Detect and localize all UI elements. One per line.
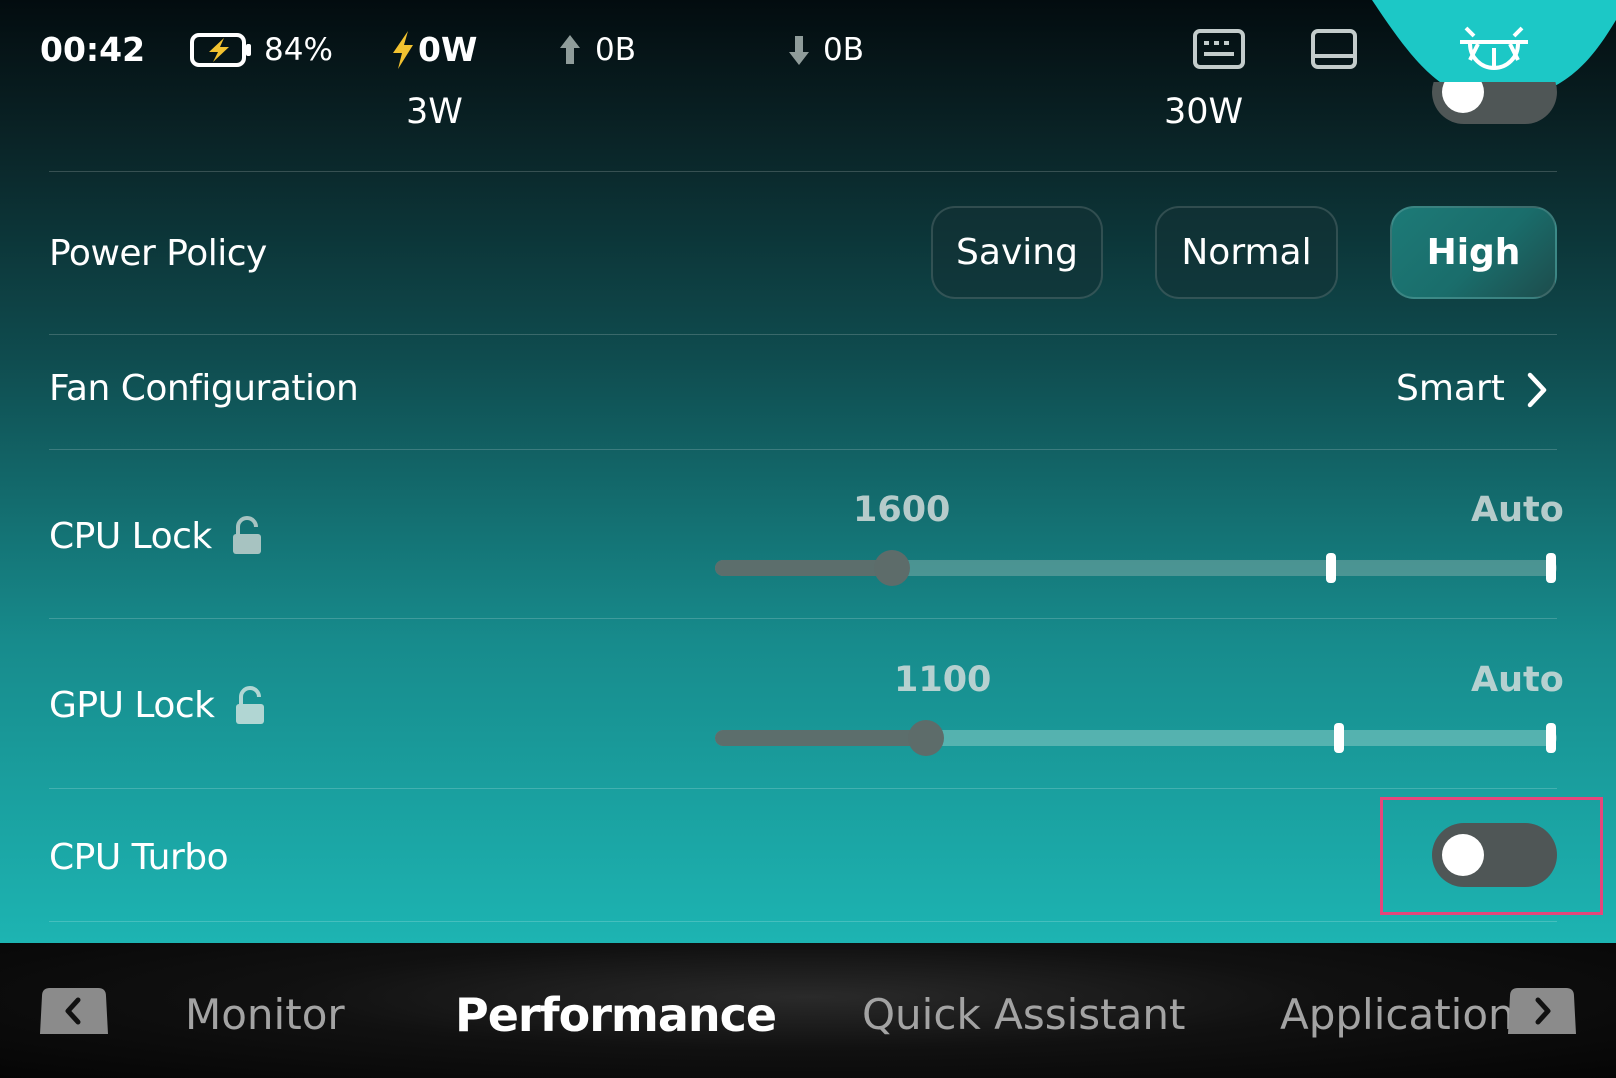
policy-normal-button[interactable]: Normal: [1155, 206, 1338, 299]
cpu-turbo-label: CPU Turbo: [49, 837, 229, 878]
fan-configuration-value: Smart: [1396, 368, 1505, 409]
highlight-box: [1380, 797, 1603, 915]
policy-high-button[interactable]: High: [1390, 206, 1557, 299]
unlock-icon[interactable]: [233, 686, 267, 726]
battery-charging-icon: [190, 32, 254, 68]
chevron-right-icon: [1524, 371, 1550, 409]
gpu-lock-tick-end: [1546, 723, 1556, 753]
clock: 00:42: [40, 30, 146, 69]
policy-saving-button[interactable]: Saving: [931, 206, 1103, 299]
brightness-icon: [1456, 20, 1532, 70]
cpu-lock-tick: [1326, 553, 1336, 583]
download-rate: 0B: [823, 32, 864, 68]
gpu-lock-value: 1100: [894, 660, 992, 700]
gpu-lock-thumb[interactable]: [907, 720, 944, 756]
divider: [49, 618, 1557, 619]
divider: [49, 788, 1557, 789]
tdp-max-label: 30W: [1164, 92, 1244, 132]
gpu-lock-fill: [715, 730, 926, 746]
tdp-min-label: 3W: [406, 92, 463, 132]
cpu-lock-tick-end: [1546, 553, 1556, 583]
cpu-lock-label: CPU Lock: [49, 516, 212, 557]
cpu-lock-value: 1600: [853, 490, 951, 530]
cpu-lock-thumb[interactable]: [873, 550, 910, 586]
fan-configuration-label: Fan Configuration: [49, 368, 359, 409]
divider: [49, 171, 1557, 172]
power-policy-label: Power Policy: [49, 233, 267, 274]
upload-arrow-icon: [557, 33, 583, 67]
power-draw: 0W: [418, 30, 478, 69]
gpu-lock-tick: [1334, 723, 1344, 753]
nav-next-button[interactable]: [1508, 988, 1576, 1034]
tab-performance[interactable]: Performance: [455, 988, 777, 1042]
divider: [49, 921, 1557, 922]
unlock-icon[interactable]: [230, 516, 264, 556]
upload-rate: 0B: [595, 32, 636, 68]
cpu-lock-fill: [715, 560, 892, 576]
tab-monitor[interactable]: Monitor: [185, 988, 345, 1042]
battery-percent: 84%: [264, 32, 333, 68]
keyboard-icon[interactable]: [1192, 28, 1246, 70]
bolt-icon: [390, 30, 416, 70]
fan-configuration-row[interactable]: Fan Configuration Smart: [0, 335, 1616, 449]
gpu-lock-label: GPU Lock: [49, 685, 215, 726]
tablet-icon[interactable]: [1310, 28, 1358, 70]
gpu-lock-max-label: Auto: [1471, 660, 1564, 700]
tab-application[interactable]: Application: [1280, 988, 1515, 1042]
download-arrow-icon: [786, 33, 812, 67]
performance-panel: 00:42 84% 0W 0B 0B 3W 30W Power Policy S…: [0, 0, 1616, 943]
cpu-lock-max-label: Auto: [1471, 490, 1564, 530]
divider: [49, 449, 1557, 450]
nav-prev-button[interactable]: [40, 988, 108, 1034]
tdp-toggle[interactable]: [1432, 82, 1557, 124]
tab-quick-assistant[interactable]: Quick Assistant: [862, 988, 1185, 1042]
